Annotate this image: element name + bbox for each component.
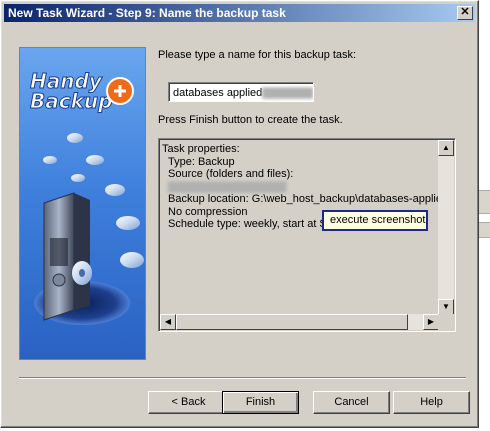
scroll-right-button[interactable]: ▶: [423, 314, 439, 330]
property-backup-location: Backup location: G:\web_host_backup\data…: [168, 193, 438, 205]
task-properties-box[interactable]: Task properties: Type: Backup Source (fo…: [158, 138, 456, 332]
property-type: Type: Backup: [168, 155, 235, 168]
properties-heading: Task properties:: [162, 143, 240, 155]
cancel-button[interactable]: Cancel: [313, 391, 390, 414]
wizard-dialog: New Task Wizard - Step 9: Name the backu…: [0, 0, 479, 428]
scroll-down-button[interactable]: ▼: [438, 299, 454, 315]
vertical-scrollbar[interactable]: ▲ ▼: [438, 140, 454, 315]
backup-illustration: Handy Backup: [30, 69, 144, 325]
task-name-input[interactable]: databases applied▇▇▇▇▇▇: [168, 82, 314, 102]
safe-icon: [43, 192, 92, 321]
close-button[interactable]: ✕: [457, 6, 473, 20]
redacted-source-path: ▇▇▇▇▇▇▇▇▇▇▇▇▇▇: [168, 180, 287, 193]
disc-icon: [120, 252, 144, 268]
help-button[interactable]: Help: [393, 391, 470, 414]
window-title: New Task Wizard - Step 9: Name the backu…: [8, 6, 286, 20]
disc-icon: [43, 156, 57, 164]
disc-icon: [71, 174, 85, 182]
scroll-left-icon: ◀: [164, 317, 172, 326]
redacted-text: ▇▇▇▇▇▇: [262, 87, 314, 99]
property-source-label: Source (folders and files):: [168, 168, 294, 180]
scroll-right-icon: ▶: [427, 317, 435, 326]
scroll-down-icon: ▼: [442, 302, 450, 311]
horizontal-scrollbar[interactable]: ◀ ▶: [160, 314, 439, 330]
name-prompt-label: Please type a name for this backup task:: [158, 49, 357, 61]
scroll-up-icon: ▲: [442, 143, 450, 152]
button-separator: [19, 377, 466, 379]
disc-icon: [67, 133, 83, 143]
back-button[interactable]: < Back: [148, 391, 229, 414]
scrollbar-corner: [438, 314, 454, 330]
disc-icon: [105, 184, 125, 196]
disc-icon: [86, 155, 104, 165]
scroll-up-button[interactable]: ▲: [438, 140, 454, 156]
handy-backup-logo: Handy Backup: [30, 69, 134, 114]
disc-icon: [116, 216, 140, 230]
task-name-value: databases applied: [173, 87, 263, 99]
horizontal-scroll-thumb[interactable]: [176, 314, 408, 330]
background-app-strip: [478, 222, 490, 238]
logo-text-backup: Backup: [30, 89, 112, 113]
finish-instruction-label: Press Finish button to create the task.: [158, 114, 343, 126]
scroll-left-button[interactable]: ◀: [160, 314, 176, 330]
finish-button[interactable]: Finish: [222, 391, 299, 414]
background-app-strip: [478, 190, 490, 214]
tooltip: execute screenshot: [322, 210, 428, 231]
close-icon: ✕: [460, 6, 470, 18]
wizard-side-image: Handy Backup: [19, 47, 146, 360]
title-bar: New Task Wizard - Step 9: Name the backu…: [4, 4, 475, 22]
